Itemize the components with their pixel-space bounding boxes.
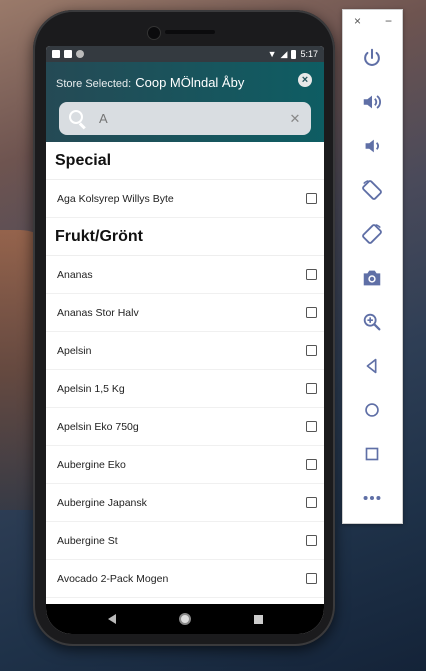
wifi-icon: ▼	[267, 49, 277, 59]
power-icon[interactable]	[357, 43, 387, 73]
search-bar: ✕	[59, 102, 311, 135]
item-label: Apelsin Eko 750g	[57, 420, 139, 433]
list-item[interactable]: Aubergine Eko	[46, 446, 324, 484]
product-list[interactable]: Special Aga Kolsyrep Willys Byte Frukt/G…	[46, 142, 324, 598]
emulator-controls-panel: × −	[342, 9, 403, 524]
shield-notification-icon	[52, 50, 60, 58]
back-icon[interactable]	[357, 351, 387, 381]
item-checkbox[interactable]	[306, 193, 317, 204]
item-checkbox[interactable]	[306, 345, 317, 356]
overview-icon[interactable]	[357, 439, 387, 469]
list-item[interactable]: Ananas	[46, 256, 324, 294]
item-label: Apelsin 1,5 Kg	[57, 382, 125, 395]
app-header: Store Selected: Coop MÖlndal Åby × ✕	[46, 62, 324, 142]
clear-search-icon[interactable]: ✕	[285, 111, 305, 127]
item-label: Ananas Stor Halv	[57, 306, 139, 319]
rotate-right-icon[interactable]	[357, 219, 387, 249]
android-nav-bar	[46, 604, 324, 634]
list-item[interactable]: Avocado 2-Pack Mogen	[46, 560, 324, 598]
rotate-left-icon[interactable]	[357, 175, 387, 205]
list-item[interactable]: Apelsin 1,5 Kg	[46, 370, 324, 408]
nav-recents-icon[interactable]	[253, 614, 263, 624]
store-label: Store Selected:	[56, 78, 132, 90]
section-header-special: Special	[46, 142, 324, 180]
selected-store: Store Selected: Coop MÖlndal Åby	[56, 75, 244, 90]
earpiece-speaker	[165, 30, 215, 34]
item-label: Ananas	[57, 268, 93, 281]
item-checkbox[interactable]	[306, 573, 317, 584]
list-item[interactable]: Apelsin	[46, 332, 324, 370]
item-checkbox[interactable]	[306, 535, 317, 546]
list-item[interactable]: Apelsin Eko 750g	[46, 408, 324, 446]
emulator-device-frame: ▼ ◢ 5:17 Store Selected: Coop MÖlndal Åb…	[33, 10, 335, 646]
item-checkbox[interactable]	[306, 497, 317, 508]
search-icon	[67, 108, 89, 130]
signal-icon: ◢	[280, 48, 288, 59]
list-item[interactable]: Aubergine St	[46, 522, 324, 560]
search-input[interactable]	[99, 111, 285, 126]
more-icon[interactable]	[357, 483, 387, 513]
device-screen: ▼ ◢ 5:17 Store Selected: Coop MÖlndal Åb…	[46, 46, 324, 634]
item-checkbox[interactable]	[306, 421, 317, 432]
item-checkbox[interactable]	[306, 383, 317, 394]
sd-card-icon	[64, 50, 72, 58]
item-label: Avocado 2-Pack Mogen	[57, 572, 169, 585]
close-store-icon[interactable]: ×	[298, 73, 312, 87]
item-checkbox[interactable]	[306, 307, 317, 318]
section-header-frukt-gront: Frukt/Grönt	[46, 218, 324, 256]
camera-icon[interactable]	[357, 263, 387, 293]
item-label: Aga Kolsyrep Willys Byte	[57, 192, 174, 205]
store-name: Coop MÖlndal Åby	[135, 75, 245, 90]
sync-icon	[76, 50, 84, 58]
list-item[interactable]: Aga Kolsyrep Willys Byte	[46, 180, 324, 218]
item-label: Apelsin	[57, 344, 92, 357]
item-label: Aubergine St	[57, 534, 118, 547]
nav-home-icon[interactable]	[178, 613, 191, 625]
front-camera	[147, 26, 161, 40]
home-icon[interactable]	[357, 395, 387, 425]
nav-back-icon[interactable]	[107, 614, 116, 624]
volume-down-icon[interactable]	[357, 131, 387, 161]
item-checkbox[interactable]	[306, 459, 317, 470]
battery-icon	[291, 49, 297, 59]
emulator-close-icon[interactable]: ×	[354, 14, 361, 28]
list-item[interactable]: Ananas Stor Halv	[46, 294, 324, 332]
zoom-icon[interactable]	[357, 307, 387, 337]
volume-up-icon[interactable]	[357, 87, 387, 117]
item-checkbox[interactable]	[306, 269, 317, 280]
item-label: Aubergine Japansk	[57, 496, 147, 509]
item-label: Aubergine Eko	[57, 458, 126, 471]
status-time: 5:17	[300, 49, 318, 59]
status-bar: ▼ ◢ 5:17	[46, 46, 324, 62]
emulator-minimize-icon[interactable]: −	[385, 14, 392, 28]
list-item[interactable]: Aubergine Japansk	[46, 484, 324, 522]
